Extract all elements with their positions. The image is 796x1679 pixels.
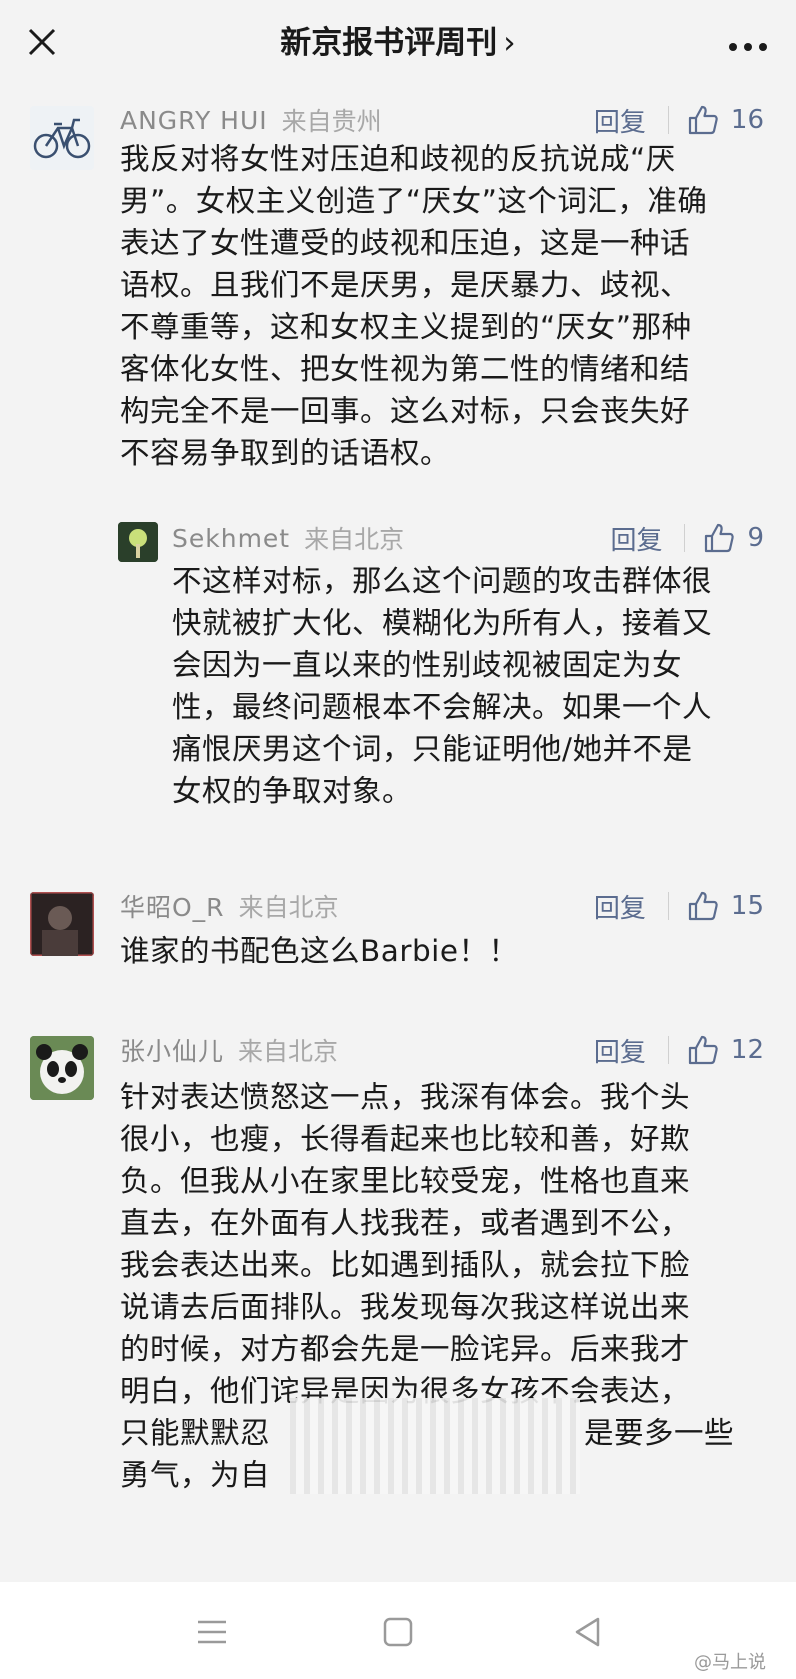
chevron-right-icon: › xyxy=(503,25,516,61)
comment-line: 说请去后面排队。我发现每次我这样说出来 xyxy=(120,1290,691,1324)
comment-line-end: 是要多一些 xyxy=(584,1416,735,1450)
avatar[interactable] xyxy=(30,892,94,956)
comment-line: 我反对将女性对压迫和歧视的反抗说成“厌 xyxy=(120,142,676,176)
bicycle-avatar-icon xyxy=(30,106,94,170)
like-count: 9 xyxy=(747,523,764,553)
divider xyxy=(667,892,669,920)
comment-line: 痛恨厌男这个词，只能证明他/她并不是 xyxy=(172,732,693,766)
comment-line: 不这样对标，那么这个问题的攻击群体很 xyxy=(172,564,713,598)
divider xyxy=(684,524,686,552)
avatar[interactable] xyxy=(30,1036,94,1100)
thumbs-up-icon[interactable] xyxy=(687,890,719,922)
comment-line: 表达了女性遭受的歧视和压迫，这是一种话 xyxy=(120,226,691,260)
like-count: 12 xyxy=(730,1035,764,1065)
comment-line: 不尊重等，这和女权主义提到的“厌女”那种 xyxy=(120,310,692,344)
comment-line: 语权。且我们不是厌男，是厌暴力、歧视、 xyxy=(120,268,691,302)
location: 来自贵州 xyxy=(281,107,382,136)
comment-line: 会因为一直以来的性别歧视被固定为女 xyxy=(172,648,683,682)
panda-avatar-icon xyxy=(30,1036,94,1100)
reply-button[interactable]: 回复 xyxy=(610,520,662,557)
comment-line: 针对表达愤怒这一点，我深有体会。我个头 xyxy=(120,1080,691,1114)
menu-icon[interactable] xyxy=(192,1612,232,1652)
avatar[interactable] xyxy=(30,106,94,170)
comment-line: 负。但我从小在家里比较受宠，性格也直来 xyxy=(120,1164,691,1198)
thumbs-up-icon[interactable] xyxy=(703,522,735,554)
comment-line: 性，最终问题根本不会解决。如果一个人 xyxy=(172,690,713,724)
comment-line: 女权的争取对象。 xyxy=(172,774,413,808)
comment-line: 直去，在外面有人找我茬，或者遇到不公， xyxy=(120,1206,691,1240)
reply-button[interactable]: 回复 xyxy=(594,888,646,925)
comment-line: 快就被扩大化、模糊化为所有人，接着又 xyxy=(172,606,713,640)
comment-text: 我反对将女性对压迫和歧视的反抗说成“厌 男”。女权主义创造了“厌女”这个词汇，准… xyxy=(120,138,707,474)
divider xyxy=(667,106,669,134)
comment-line: 客体化女性、把女性视为第二性的情绪和结 xyxy=(120,352,691,386)
comment-line: 谁家的书配色这么Barbie！！ xyxy=(120,934,519,968)
comment-line-start: 只能默默忍 xyxy=(120,1416,271,1450)
username[interactable]: Sekhmet xyxy=(172,524,290,553)
back-triangle-icon[interactable] xyxy=(568,1612,608,1652)
location: 来自北京 xyxy=(238,893,339,922)
comment-text: 谁家的书配色这么Barbie！！ xyxy=(120,930,519,972)
page-title-text: 新京报书评周刊 xyxy=(280,25,498,61)
more-icon xyxy=(729,43,767,51)
username[interactable]: 华昭O_R xyxy=(120,888,225,924)
comment-line: 不容易争取到的话语权。 xyxy=(120,436,451,470)
location: 来自北京 xyxy=(238,1037,339,1066)
reply-text: 不这样对标，那么这个问题的攻击群体很 快就被扩大化、模糊化为所有人，接着又 会因… xyxy=(172,560,712,812)
page-title[interactable]: 新京报书评周刊 › xyxy=(0,22,796,64)
portrait-avatar-icon xyxy=(30,892,94,956)
comment-line: 我会表达出来。比如遇到插队，就会拉下脸 xyxy=(120,1248,691,1282)
divider xyxy=(667,1036,669,1064)
more-button[interactable] xyxy=(728,20,768,62)
reply-button[interactable]: 回复 xyxy=(594,1032,646,1069)
location: 来自北京 xyxy=(304,525,405,554)
like-count: 16 xyxy=(730,105,764,135)
thumbs-up-icon[interactable] xyxy=(687,1034,719,1066)
comment-line: 的时候，对方都会先是一脸诧异。后来我才 xyxy=(120,1332,691,1366)
username[interactable]: 张小仙儿 xyxy=(120,1032,224,1068)
obscured-text-region xyxy=(290,1398,580,1494)
like-count: 15 xyxy=(730,891,764,921)
home-square-icon[interactable] xyxy=(378,1612,418,1652)
reply-button[interactable]: 回复 xyxy=(594,102,646,139)
comment-line: 很小，也瘦，长得看起来也比较和善，好欺 xyxy=(120,1122,691,1156)
top-bar: 新京报书评周刊 › xyxy=(0,0,796,86)
plant-avatar-icon xyxy=(118,522,158,562)
watermark: @马上说 xyxy=(694,1652,766,1673)
system-nav-bar xyxy=(0,1582,796,1679)
reply-avatar[interactable] xyxy=(118,522,158,562)
comment-line: 男”。女权主义创造了“厌女”这个词汇，准确 xyxy=(120,184,708,218)
username[interactable]: ANGRY HUI xyxy=(120,106,268,135)
thumbs-up-icon[interactable] xyxy=(687,104,719,136)
comment-line: 构完全不是一回事。这么对标，只会丧失好 xyxy=(120,394,691,428)
